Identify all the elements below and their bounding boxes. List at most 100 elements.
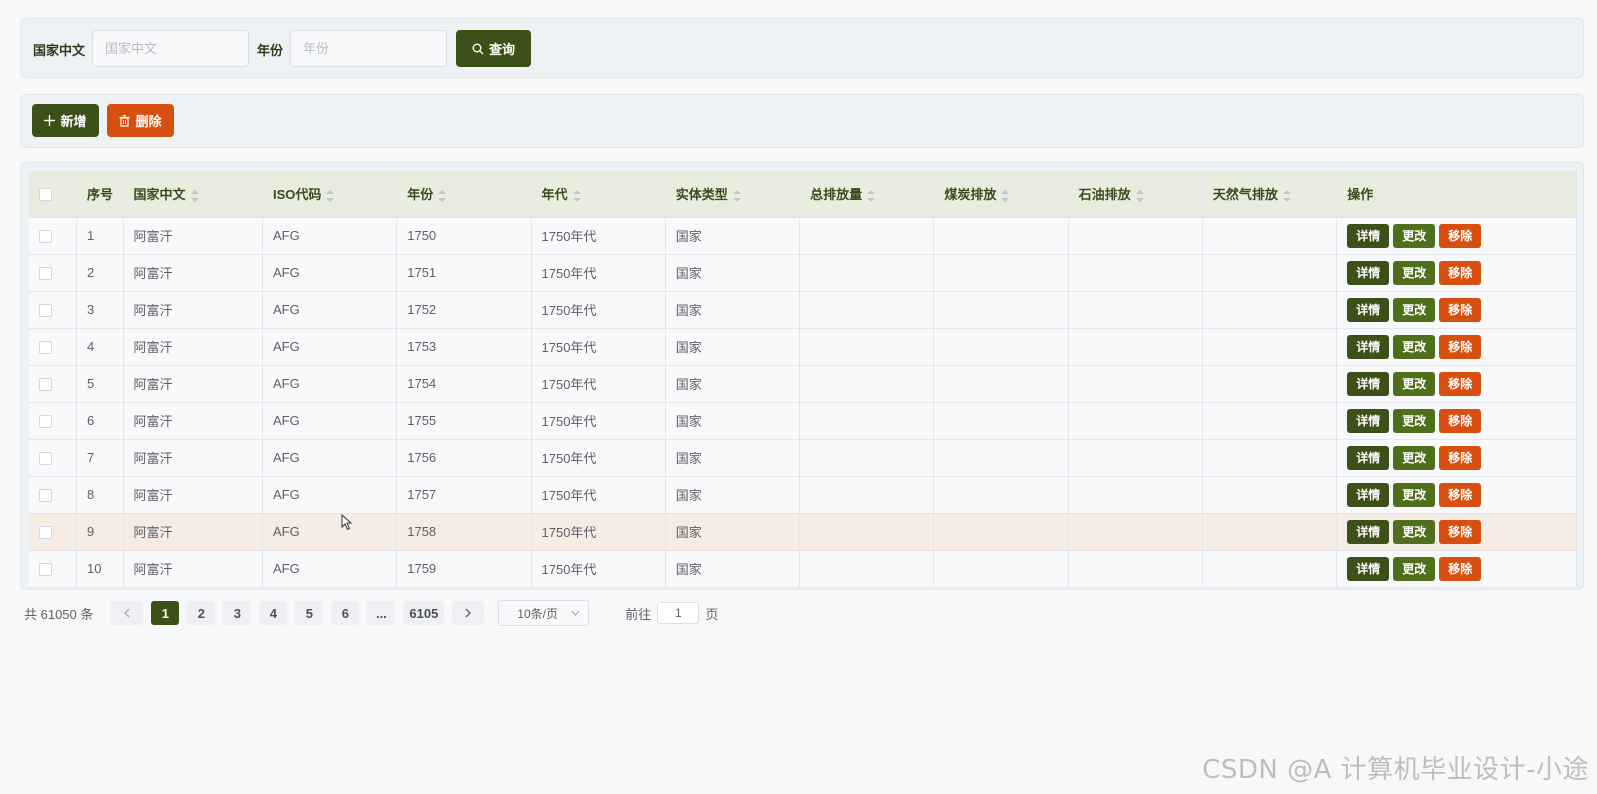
remove-button[interactable]: 移除 [1439, 482, 1482, 507]
detail-button[interactable]: 详情 [1347, 519, 1390, 544]
cell-entity: 国家 [665, 513, 801, 551]
header-country[interactable]: 国家中文 [123, 171, 263, 218]
edit-button[interactable]: 更改 [1393, 556, 1436, 581]
page-ellipsis[interactable]: ... [367, 601, 396, 625]
cell-country: 阿富汗 [123, 254, 263, 292]
sort-caret-icon[interactable] [1282, 189, 1291, 202]
page-button[interactable]: 5 [295, 601, 324, 625]
edit-button[interactable]: 更改 [1393, 334, 1436, 359]
row-checkbox[interactable] [39, 230, 52, 244]
row-checkbox[interactable] [39, 452, 52, 466]
add-button[interactable]: 新增 [32, 104, 99, 137]
header-entity[interactable]: 实体类型 [665, 171, 801, 218]
row-select-cell[interactable] [29, 476, 78, 514]
cell-entity: 国家 [665, 291, 801, 329]
country-search-input[interactable] [92, 30, 249, 67]
query-button[interactable]: 查询 [456, 30, 531, 67]
row-select-cell[interactable] [29, 217, 78, 255]
remove-button[interactable]: 移除 [1439, 408, 1482, 433]
row-select-cell[interactable] [29, 365, 78, 403]
page-button[interactable]: 2 [187, 601, 216, 625]
cell-entity: 国家 [665, 328, 801, 366]
detail-button[interactable]: 详情 [1347, 408, 1390, 433]
next-page-button[interactable] [452, 601, 485, 625]
year-search-input[interactable] [290, 30, 447, 67]
edit-button[interactable]: 更改 [1393, 260, 1436, 285]
edit-button[interactable]: 更改 [1393, 297, 1436, 322]
sort-caret-icon[interactable] [438, 189, 447, 202]
detail-button[interactable]: 详情 [1347, 371, 1390, 396]
edit-button[interactable]: 更改 [1393, 482, 1436, 507]
row-checkbox[interactable] [39, 563, 52, 577]
header-gas[interactable]: 天然气排放 [1202, 171, 1338, 218]
row-checkbox[interactable] [39, 415, 52, 429]
sort-caret-icon[interactable] [1001, 189, 1010, 202]
page-button[interactable]: 6 [331, 601, 360, 625]
detail-button[interactable]: 详情 [1347, 556, 1390, 581]
cell-oil [1068, 439, 1203, 477]
edit-button[interactable]: 更改 [1393, 445, 1436, 470]
sort-caret-icon[interactable] [190, 189, 199, 202]
detail-button[interactable]: 详情 [1347, 260, 1390, 285]
row-select-cell[interactable] [29, 550, 78, 588]
cell-oil [1068, 550, 1203, 588]
cell-iso: AFG [262, 254, 398, 292]
select-all-header[interactable] [29, 171, 78, 218]
remove-button[interactable]: 移除 [1439, 445, 1482, 470]
detail-button[interactable]: 详情 [1347, 223, 1390, 248]
edit-button[interactable]: 更改 [1393, 223, 1436, 248]
remove-button[interactable]: 移除 [1439, 297, 1482, 322]
detail-button[interactable]: 详情 [1347, 445, 1390, 470]
header-decade-label: 年代 [541, 187, 568, 203]
remove-button[interactable]: 移除 [1439, 223, 1482, 248]
sort-caret-icon[interactable] [1135, 189, 1144, 202]
row-checkbox[interactable] [39, 341, 52, 355]
header-year[interactable]: 年份 [396, 171, 532, 218]
page-size-select[interactable]: 10条/页 [498, 600, 590, 626]
remove-button[interactable]: 移除 [1439, 334, 1482, 359]
row-select-cell[interactable] [29, 291, 78, 329]
row-checkbox[interactable] [39, 267, 52, 281]
row-checkbox[interactable] [39, 526, 52, 540]
header-decade[interactable]: 年代 [531, 171, 666, 218]
edit-button[interactable]: 更改 [1393, 519, 1436, 544]
header-total[interactable]: 总排放量 [799, 171, 935, 218]
edit-button[interactable]: 更改 [1393, 408, 1436, 433]
header-iso[interactable]: ISO代码 [262, 171, 398, 218]
remove-button[interactable]: 移除 [1439, 371, 1482, 396]
sort-caret-icon[interactable] [572, 189, 581, 202]
row-checkbox[interactable] [39, 378, 52, 392]
row-operations: 详情 更改 移除 [1336, 476, 1577, 514]
sort-caret-icon[interactable] [867, 189, 876, 202]
detail-button[interactable]: 详情 [1347, 297, 1390, 322]
cell-entity: 国家 [665, 402, 801, 440]
header-coal[interactable]: 煤炭排放 [933, 171, 1069, 218]
sort-caret-icon[interactable] [732, 189, 741, 202]
row-select-cell[interactable] [29, 254, 78, 292]
pagination: 共 61050 条 123456... 6105 10条/页 前往 页 [24, 598, 718, 628]
row-checkbox[interactable] [39, 489, 52, 503]
header-oil[interactable]: 石油排放 [1068, 171, 1203, 218]
edit-button[interactable]: 更改 [1393, 371, 1436, 396]
row-select-cell[interactable] [29, 439, 78, 477]
row-select-cell[interactable] [29, 513, 78, 551]
prev-page-button[interactable] [111, 601, 144, 625]
row-select-cell[interactable] [29, 328, 78, 366]
remove-button[interactable]: 移除 [1439, 556, 1482, 581]
detail-button[interactable]: 详情 [1347, 482, 1390, 507]
detail-button[interactable]: 详情 [1347, 334, 1390, 359]
page-button[interactable]: 4 [259, 601, 288, 625]
select-all-checkbox[interactable] [39, 188, 52, 202]
remove-button[interactable]: 移除 [1439, 260, 1482, 285]
remove-button[interactable]: 移除 [1439, 519, 1482, 544]
delete-button[interactable]: 删除 [107, 104, 174, 137]
row-checkbox[interactable] [39, 304, 52, 318]
page-button[interactable]: 1 [151, 601, 180, 625]
page-button[interactable]: 6105 [403, 601, 445, 625]
page-button[interactable]: 3 [223, 601, 252, 625]
row-select-cell[interactable] [29, 402, 78, 440]
goto-page-input[interactable] [657, 602, 700, 624]
sort-caret-icon[interactable] [326, 189, 335, 202]
cell-country: 阿富汗 [123, 550, 263, 588]
header-iso-label: ISO代码 [272, 187, 322, 203]
